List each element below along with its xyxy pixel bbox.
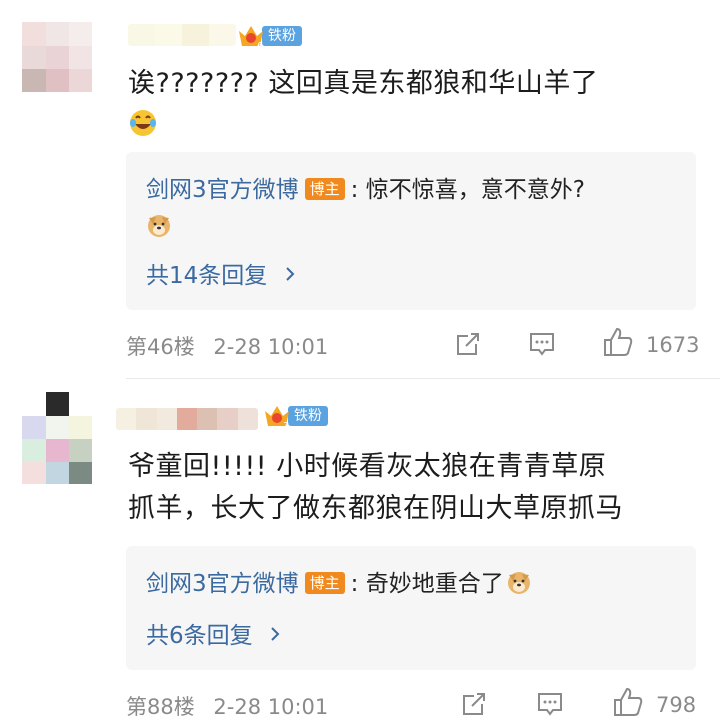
reply-box[interactable]: 剑网3官方微博 博主: 惊不惊喜，意不意外? 共14条回复 bbox=[126, 152, 696, 310]
like-button[interactable]: 1673 bbox=[602, 326, 699, 363]
chevron-right-icon bbox=[270, 622, 280, 648]
share-icon bbox=[454, 330, 482, 363]
comment-icon bbox=[528, 330, 556, 363]
comment-text-line: 抓羊，长大了做东都狼在阴山大草原抓马 bbox=[128, 493, 623, 524]
reply-text: : 奇妙地重合了 bbox=[350, 571, 504, 597]
avatar-lower-strip bbox=[22, 462, 92, 484]
comment-icon bbox=[536, 690, 564, 723]
fan-badge: 6 铁粉 bbox=[236, 22, 302, 52]
share-button[interactable] bbox=[454, 330, 482, 363]
crown-icon: 3 bbox=[262, 402, 292, 432]
comment-meta: 第46楼 2-28 10:01 bbox=[126, 331, 328, 361]
comment-text: 爷童回!!!!! 小时候看灰太狼在青青草原 抓羊，长大了做东都狼在阴山大草原抓马 bbox=[128, 446, 623, 530]
laugh-emoji bbox=[128, 108, 158, 138]
fan-label: 铁粉 bbox=[288, 406, 328, 426]
comment-text: 诶??????? 这回真是东都狼和华山羊了 bbox=[128, 63, 598, 105]
reply-author-link[interactable]: 剑网3官方微博 bbox=[146, 571, 299, 597]
reply-line: 剑网3官方微博 博主: 惊不惊喜，意不意外? bbox=[146, 174, 585, 206]
comment-text-line: 爷童回!!!!! 小时候看灰太狼在青青草原 bbox=[128, 451, 607, 482]
floor-number: 第46楼 bbox=[126, 335, 195, 359]
svg-text:3: 3 bbox=[283, 421, 289, 430]
comment-divider bbox=[126, 378, 720, 379]
comment-46: 6 铁粉 诶??????? 这回真是东都狼和华山羊了 剑网3官方微博 博主: 惊不… bbox=[0, 0, 720, 380]
more-replies-label: 共6条回复 bbox=[146, 623, 253, 649]
comment-button[interactable] bbox=[536, 690, 564, 723]
thumbs-up-icon bbox=[612, 686, 644, 723]
doge-emoji bbox=[506, 569, 532, 604]
avatar[interactable] bbox=[22, 22, 92, 92]
chevron-right-icon bbox=[285, 262, 295, 288]
host-badge: 博主 bbox=[304, 572, 345, 594]
comment-text-line: 诶??????? 这回真是东都狼和华山羊了 bbox=[128, 68, 599, 99]
timestamp: 2-28 10:01 bbox=[213, 695, 329, 719]
fan-badge: 3 铁粉 bbox=[262, 402, 328, 432]
comment-88: 3 铁粉 爷童回!!!!! 小时候看灰太狼在青青草原 抓羊，长大了做东都狼在阴山… bbox=[0, 380, 720, 726]
floor-number: 第88楼 bbox=[126, 695, 195, 719]
crown-icon: 6 bbox=[236, 22, 266, 52]
share-icon bbox=[460, 690, 488, 723]
comment-button[interactable] bbox=[528, 330, 556, 363]
like-count: 1673 bbox=[646, 332, 700, 357]
svg-text:6: 6 bbox=[257, 41, 263, 50]
reply-box[interactable]: 剑网3官方微博 博主: 奇妙地重合了 共6条回复 bbox=[126, 546, 696, 670]
host-badge: 博主 bbox=[304, 178, 345, 200]
thumbs-up-icon bbox=[602, 326, 634, 363]
like-button[interactable]: 798 bbox=[612, 686, 696, 723]
reply-text: : 惊不惊喜，意不意外? bbox=[350, 177, 585, 203]
comment-meta: 第88楼 2-28 10:01 bbox=[126, 691, 328, 721]
more-replies-link[interactable]: 共14条回复 bbox=[146, 256, 295, 290]
doge-emoji bbox=[146, 212, 172, 238]
more-replies-link[interactable]: 共6条回复 bbox=[146, 616, 280, 650]
more-replies-label: 共14条回复 bbox=[146, 263, 268, 289]
share-button[interactable] bbox=[460, 690, 488, 723]
timestamp: 2-28 10:01 bbox=[213, 335, 329, 359]
like-count: 798 bbox=[656, 692, 697, 717]
username-blurred[interactable] bbox=[116, 408, 258, 430]
reply-author-link[interactable]: 剑网3官方微博 bbox=[146, 177, 299, 203]
username-blurred[interactable] bbox=[128, 24, 236, 46]
reply-line: 剑网3官方微博 博主: 奇妙地重合了 bbox=[146, 568, 532, 604]
fan-label: 铁粉 bbox=[262, 26, 302, 46]
avatar[interactable] bbox=[22, 392, 92, 462]
